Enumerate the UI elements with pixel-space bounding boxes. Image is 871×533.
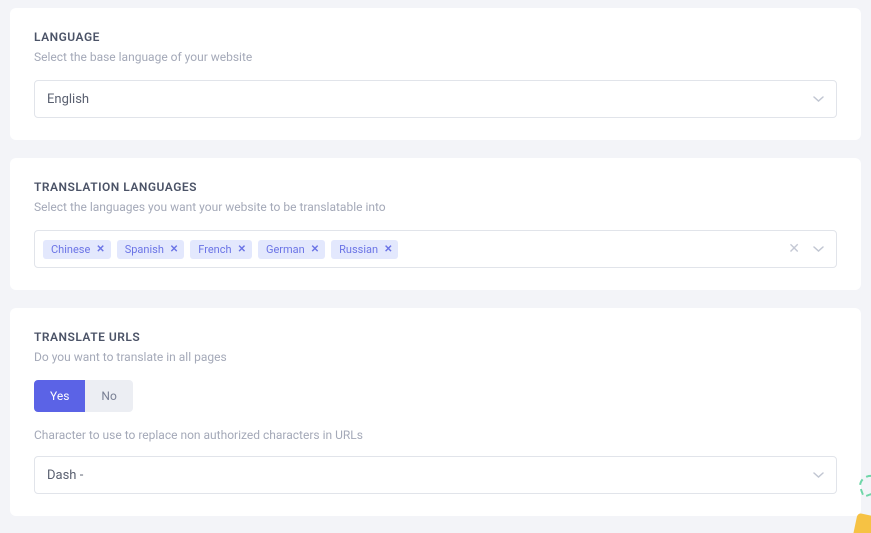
url-char-desc: Character to use to replace non authoriz… [34, 428, 837, 442]
translate-urls-toggle: Yes No [34, 380, 133, 412]
language-tag: Russian ✕ [331, 240, 398, 259]
language-tag: German ✕ [258, 240, 325, 259]
language-select-value: English [47, 92, 89, 107]
remove-tag-icon[interactable]: ✕ [96, 244, 104, 255]
chevron-down-icon[interactable] [812, 243, 824, 255]
language-tag: Chinese ✕ [43, 240, 111, 259]
remove-tag-icon[interactable]: ✕ [238, 244, 246, 255]
remove-tag-icon[interactable]: ✕ [311, 244, 319, 255]
tag-label: German [266, 243, 305, 256]
tag-label: Spanish [125, 243, 164, 256]
translation-section: TRANSLATION LANGUAGES Select the languag… [10, 158, 861, 290]
tag-label: French [198, 243, 231, 256]
tag-label: Chinese [51, 243, 90, 256]
toggle-no-button[interactable]: No [85, 380, 132, 412]
language-tag: Spanish ✕ [117, 240, 185, 259]
url-char-select[interactable]: Dash - [34, 456, 837, 494]
translation-desc: Select the languages you want your websi… [34, 200, 837, 214]
translation-title: TRANSLATION LANGUAGES [34, 180, 837, 194]
translate-urls-desc: Do you want to translate in all pages [34, 350, 837, 364]
language-desc: Select the base language of your website [34, 50, 837, 64]
chevron-down-icon [812, 93, 824, 105]
tag-label: Russian [339, 243, 378, 256]
remove-tag-icon[interactable]: ✕ [170, 244, 178, 255]
language-tag: French ✕ [190, 240, 252, 259]
toggle-yes-button[interactable]: Yes [34, 380, 85, 412]
translate-urls-title: TRANSLATE URLS [34, 330, 837, 344]
remove-tag-icon[interactable]: ✕ [384, 244, 392, 255]
translation-multiselect[interactable]: Chinese ✕ Spanish ✕ French ✕ German ✕ Russian ✕ ✕ [34, 230, 837, 268]
language-title: LANGUAGE [34, 30, 837, 44]
language-section: LANGUAGE Select the base language of you… [10, 8, 861, 140]
chevron-down-icon [812, 469, 824, 481]
translate-urls-section: TRANSLATE URLS Do you want to translate … [10, 308, 861, 516]
url-char-value: Dash - [47, 468, 83, 483]
clear-all-icon[interactable]: ✕ [788, 241, 800, 257]
language-select[interactable]: English [34, 80, 837, 118]
